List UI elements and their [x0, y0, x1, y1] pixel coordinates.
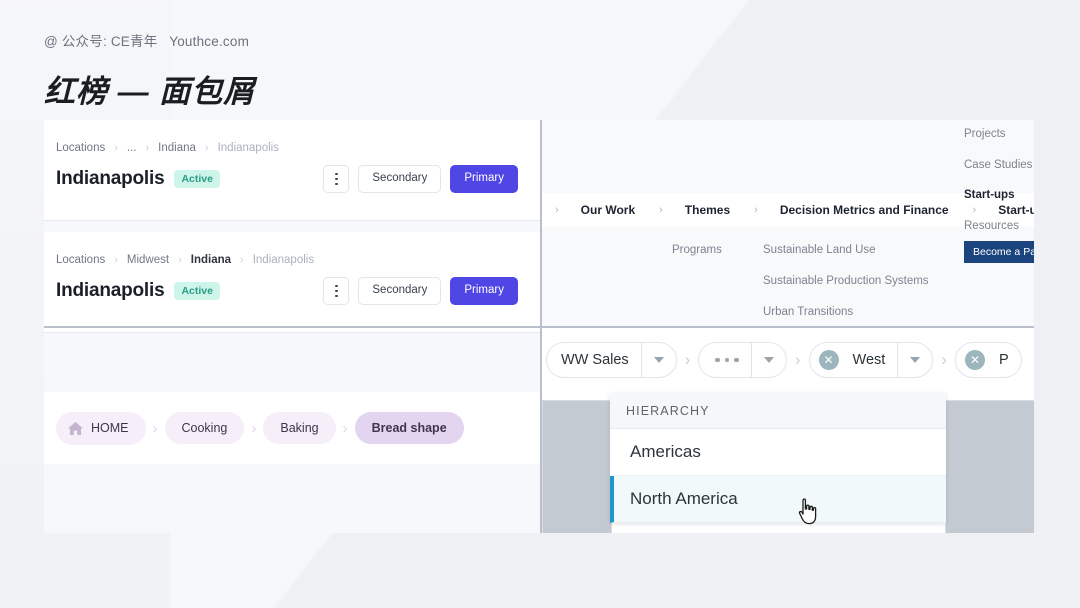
- breadcrumb-item-locations[interactable]: Locations: [56, 254, 105, 266]
- secondary-button[interactable]: Secondary: [358, 165, 442, 193]
- examples-canvas: Locations › ... › Indiana › Indianapolis…: [44, 120, 1034, 533]
- mega-link-sustainable-land-use[interactable]: Sustainable Land Use: [763, 244, 929, 256]
- horizontal-divider: [44, 326, 1034, 328]
- hierarchy-dropdown: HIERARCHY Americas North America: [610, 393, 946, 525]
- mega-link-urban-transitions[interactable]: Urban Transitions: [763, 306, 929, 318]
- mega-link-resources[interactable]: Resources: [964, 220, 1034, 232]
- filter-chip-truncated[interactable]: ✕ P: [954, 342, 1022, 378]
- chevron-right-icon: ›: [240, 253, 244, 266]
- pill-breadcrumb-card: HOME › Cooking › Baking › Bread shape: [44, 392, 540, 464]
- card-header-row: Indianapolis Active Secondary Primary: [56, 165, 518, 193]
- chevron-down-icon[interactable]: [750, 343, 786, 377]
- breadcrumb-item-current: Indianapolis: [217, 142, 279, 154]
- filter-chip-ellipsis[interactable]: [698, 342, 787, 378]
- chevron-right-icon: ›: [114, 253, 118, 266]
- chevron-down-icon[interactable]: [640, 343, 676, 377]
- kebab-menu-icon[interactable]: [323, 165, 350, 193]
- mega-link-sustainable-production-systems[interactable]: Sustainable Production Systems: [763, 275, 929, 287]
- pill-item-bread-shape[interactable]: Bread shape: [354, 412, 464, 444]
- card-header-row: Indianapolis Active Secondary Primary: [56, 277, 518, 305]
- slide-header: @ 公众号: CE青年 Youthce.com 红榜 — 面包屑: [44, 30, 744, 111]
- pill-item-home[interactable]: HOME: [56, 411, 146, 445]
- chevron-right-icon: ›: [114, 141, 118, 154]
- close-icon[interactable]: ✕: [818, 350, 839, 370]
- breadcrumb-card-two: Locations › Midwest › Indiana › Indianap…: [44, 232, 540, 332]
- primary-button[interactable]: Primary: [450, 165, 518, 193]
- chevron-right-icon: ›: [941, 350, 947, 369]
- hierarchy-option-americas[interactable]: Americas: [610, 429, 946, 476]
- chevron-right-icon: ›: [178, 253, 182, 266]
- filter-chip-label: West: [852, 352, 886, 368]
- mega-trail-decision-metrics[interactable]: Decision Metrics and Finance: [780, 203, 949, 217]
- pill-item-label: Cooking: [181, 421, 228, 435]
- status-badge: Active: [174, 282, 220, 300]
- pill-item-label: Baking: [280, 421, 319, 435]
- mega-link-programs[interactable]: Programs: [672, 244, 722, 256]
- pill-item-label: HOME: [91, 421, 129, 435]
- card-actions: Secondary Primary: [323, 277, 518, 305]
- breadcrumb: Locations › Midwest › Indiana › Indianap…: [56, 254, 518, 266]
- chevron-right-icon: ›: [555, 204, 559, 216]
- breadcrumb-item-midwest[interactable]: Midwest: [127, 254, 169, 266]
- mega-link-start-ups[interactable]: Start-ups: [964, 189, 1034, 201]
- mega-column-startups: Projects Case Studies Start-ups Resource…: [964, 128, 1034, 263]
- placeholder-block-left: [542, 400, 612, 533]
- chevron-right-icon: ›: [794, 350, 801, 369]
- filter-chip-ww-sales[interactable]: WW Sales: [546, 342, 677, 378]
- placeholder-block-right: [945, 400, 1034, 533]
- pill-item-cooking[interactable]: Cooking: [164, 412, 245, 444]
- breadcrumb-item-locations[interactable]: Locations: [56, 142, 105, 154]
- card-actions: Secondary Primary: [323, 165, 518, 193]
- mega-menu-trail: › Our Work › Themes › Decision Metrics a…: [540, 193, 1034, 227]
- filter-breadcrumb-bar: WW Sales › › ✕ West › ✕ P: [540, 328, 1034, 392]
- breadcrumb-item-indiana[interactable]: Indiana: [158, 142, 196, 154]
- mega-link-case-studies[interactable]: Case Studies: [964, 159, 1034, 171]
- page-title: 红榜 — 面包屑: [44, 74, 256, 109]
- chevron-down-icon[interactable]: [897, 343, 932, 377]
- chevron-right-icon: ›: [204, 141, 209, 154]
- home-icon: [68, 421, 83, 435]
- hierarchy-heading: HIERARCHY: [610, 393, 946, 429]
- primary-button[interactable]: Primary: [450, 277, 518, 305]
- location-title: Indianapolis: [56, 280, 165, 301]
- chevron-right-icon: ›: [251, 419, 257, 437]
- pointer-hand-cursor: [798, 498, 817, 525]
- mega-menu-upper-area: [540, 120, 1034, 193]
- chevron-right-icon: ›: [659, 204, 663, 216]
- chevron-right-icon: ›: [145, 141, 150, 154]
- secondary-button[interactable]: Secondary: [358, 277, 442, 305]
- mega-link-projects[interactable]: Projects: [964, 128, 1034, 140]
- divider: [44, 220, 540, 221]
- chevron-right-icon: ›: [754, 204, 758, 216]
- pill-breadcrumb: HOME › Cooking › Baking › Bread shape: [56, 411, 464, 445]
- chevron-right-icon: ›: [152, 419, 158, 437]
- location-title: Indianapolis: [56, 168, 165, 189]
- breadcrumb-item-current: Indianapolis: [252, 254, 315, 266]
- become-a-partner-button[interactable]: Become a Partner: [964, 241, 1034, 263]
- breadcrumb-card-one: Locations › ... › Indiana › Indianapolis…: [44, 120, 540, 220]
- breadcrumb-item-indiana[interactable]: Indiana: [191, 254, 231, 266]
- filter-chip-west[interactable]: ✕ West: [808, 342, 934, 378]
- ellipsis-icon: [699, 357, 751, 363]
- divider: [44, 332, 540, 333]
- hierarchy-option-north-america[interactable]: North America: [610, 476, 946, 523]
- close-icon[interactable]: ✕: [964, 350, 985, 370]
- status-badge: Active: [174, 170, 220, 188]
- filter-chip-label: WW Sales: [561, 352, 629, 368]
- breadcrumb-item-ellipsis[interactable]: ...: [127, 142, 137, 154]
- filter-chip-label: P: [998, 352, 1009, 368]
- kebab-menu-icon[interactable]: [323, 277, 350, 305]
- mega-trail-our-work[interactable]: Our Work: [581, 203, 635, 217]
- breadcrumb: Locations › ... › Indiana › Indianapolis: [56, 142, 518, 154]
- mega-trail-themes[interactable]: Themes: [685, 203, 730, 217]
- filter-zone: WW Sales › › ✕ West › ✕ P HIERARCHY Amer…: [540, 328, 1034, 533]
- mega-column-themes: Sustainable Land Use Sustainable Product…: [763, 244, 929, 326]
- mega-column-programs: Programs: [672, 244, 722, 275]
- pill-item-label: Bread shape: [371, 421, 447, 435]
- byline: @ 公众号: CE青年 Youthce.com: [44, 34, 250, 49]
- chevron-right-icon: ›: [684, 350, 691, 369]
- pill-item-baking[interactable]: Baking: [263, 412, 336, 444]
- chevron-right-icon: ›: [342, 419, 348, 437]
- mega-menu: › Our Work › Themes › Decision Metrics a…: [540, 120, 1034, 326]
